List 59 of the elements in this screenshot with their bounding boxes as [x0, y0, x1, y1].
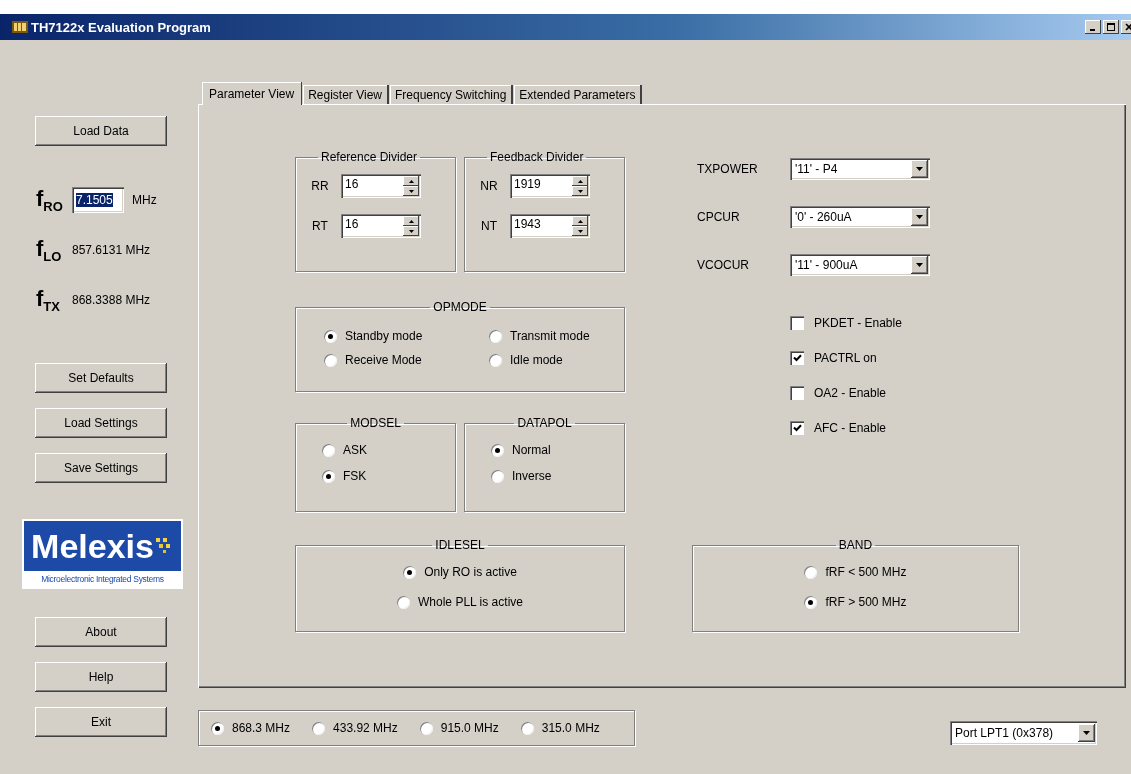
checkbox-label: AFC - Enable	[814, 421, 887, 435]
checkbox-label: PACTRL on	[814, 351, 877, 365]
field-label: NT	[480, 219, 498, 233]
load-settings-button[interactable]: Load Settings	[35, 408, 167, 438]
group-title: Feedback Divider	[489, 150, 585, 164]
radio-label: Standby mode	[345, 329, 423, 343]
tab[interactable]: Parameter View	[202, 82, 303, 105]
radio-label: Receive Mode	[345, 353, 422, 367]
radio-label: fRF < 500 MHz	[825, 565, 907, 579]
load-data-button[interactable]: Load Data	[35, 116, 167, 146]
tab[interactable]: Register View	[303, 85, 389, 104]
radio-label: ASK	[343, 443, 367, 457]
tab[interactable]: Frequency Switching	[389, 85, 514, 104]
group-title: OPMODE	[432, 300, 488, 314]
group-title: DATAPOL	[516, 416, 573, 430]
window-title: TH7122x Evaluation Program	[31, 19, 211, 35]
logo-tagline: Microelectronic Integrated Systems	[40, 574, 165, 584]
dropdown-label: CPCUR	[697, 210, 741, 224]
checkbox-label: OA2 - Enable	[814, 386, 887, 400]
exit-button[interactable]: Exit	[35, 707, 167, 737]
tab[interactable]: Extended Parameters	[514, 85, 643, 104]
radio-label: 868.3 MHz	[232, 721, 291, 735]
about-button[interactable]: About	[35, 617, 167, 647]
radio-label: 315.0 MHz	[541, 721, 600, 735]
checkbox-label: PKDET - Enable	[814, 316, 902, 330]
frequency-symbol: f$_{RO}$	[36, 187, 64, 213]
radio-label: 915.0 MHz	[440, 721, 499, 735]
field-label: RT	[311, 219, 329, 233]
unit-label: MHz	[132, 193, 157, 207]
dropdown[interactable]: '11' - P4	[790, 158, 930, 180]
logo-wordmark: Melexis	[31, 526, 154, 566]
radio-label: Whole PLL is active	[418, 595, 523, 609]
help-button[interactable]: Help	[35, 662, 167, 692]
group-title: Reference Divider	[320, 150, 419, 164]
set-defaults-button[interactable]: Set Defaults	[35, 363, 167, 393]
radio-label: Idle mode	[510, 353, 563, 367]
radio-label: FSK	[343, 469, 367, 483]
frequency-value: 857.6131 MHz	[72, 243, 151, 257]
group-title: BAND	[837, 538, 874, 552]
radio-label: fRF > 500 MHz	[825, 595, 907, 609]
dropdown[interactable]: '11' - 900uA	[790, 254, 930, 276]
frequency-field[interactable]: 7.1505	[72, 187, 124, 213]
save-settings-button[interactable]: Save Settings	[35, 453, 167, 483]
frequency-value: 868.3388 MHz	[72, 293, 151, 307]
frequency-symbol: f$_{LO}$	[36, 237, 63, 263]
radio-label: Transmit mode	[510, 329, 590, 343]
field-label: NR	[479, 179, 499, 193]
radio-label: Inverse	[512, 469, 552, 483]
group-title: IDLESEL	[434, 538, 486, 552]
group-title: MODSEL	[349, 416, 402, 430]
dropdown[interactable]: '0' - 260uA	[790, 206, 930, 228]
radio-label: Normal	[512, 443, 551, 457]
frequency-symbol: f$_{TX}$	[36, 287, 61, 313]
radio-label: 433.92 MHz	[333, 721, 398, 735]
port-dropdown[interactable]: Port LPT1 (0x378)	[950, 721, 1097, 745]
dropdown-label: TXPOWER	[697, 162, 759, 176]
dropdown-label: VCOCUR	[697, 258, 750, 272]
radio-label: Only RO is active	[424, 565, 517, 579]
field-label: RR	[310, 179, 330, 193]
